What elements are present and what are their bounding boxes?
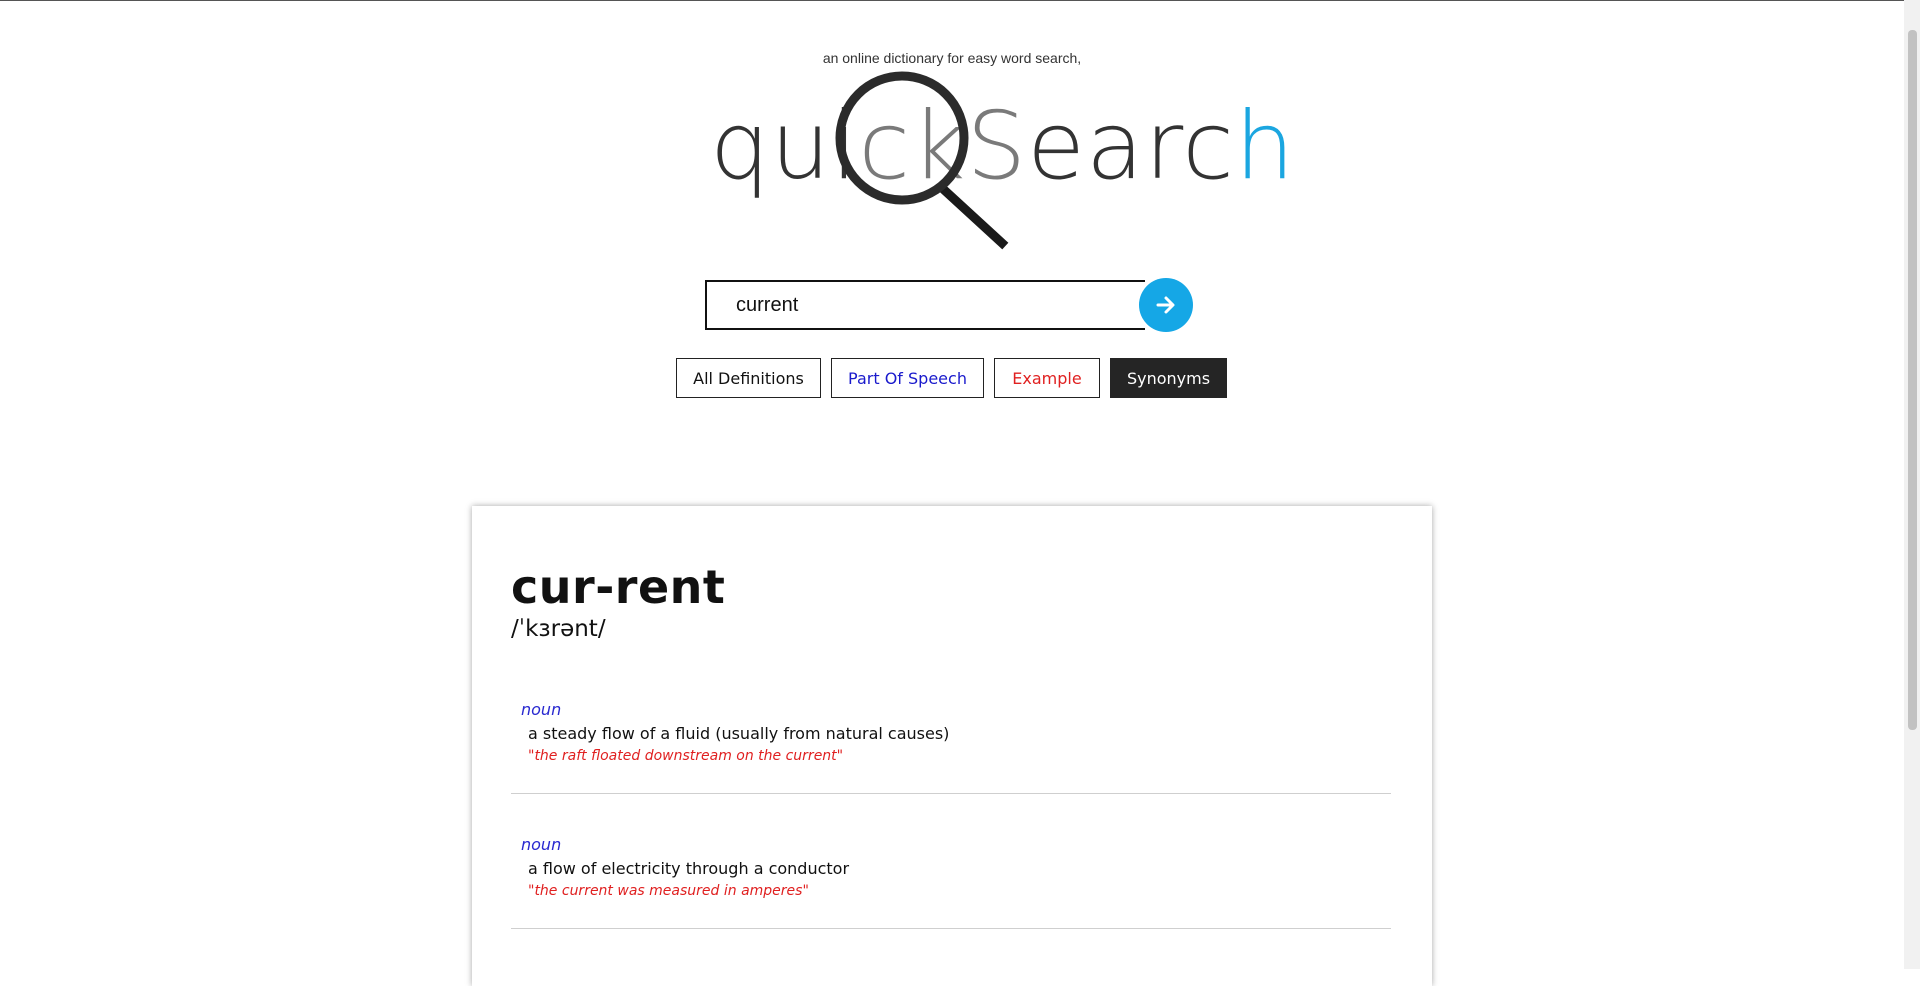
entry-divider: [511, 793, 1391, 794]
filter-all-definitions-button[interactable]: All Definitions: [676, 358, 821, 398]
search-input[interactable]: [707, 282, 1145, 328]
part-of-speech: noun: [521, 700, 562, 719]
definition-text: a flow of electricity through a conducto…: [528, 859, 850, 878]
logo-text-part-4: h: [1234, 92, 1296, 201]
site-tagline: an online dictionary for easy word searc…: [822, 50, 1082, 66]
example-text: "the raft floated downstream on the curr…: [528, 748, 844, 764]
entry-divider: [511, 928, 1391, 929]
example-text: "the current was measured in amperes": [528, 883, 809, 899]
filter-synonyms-button[interactable]: Synonyms: [1110, 358, 1227, 398]
filter-part-of-speech-button[interactable]: Part Of Speech: [831, 358, 984, 398]
headword: cur-rent: [511, 560, 726, 614]
part-of-speech: noun: [521, 835, 562, 854]
definition-text: a steady flow of a fluid (usually from n…: [528, 724, 950, 743]
magnifier-icon: [835, 71, 1009, 250]
logo-text-part-3: earc: [1027, 92, 1235, 201]
filter-example-button[interactable]: Example: [994, 358, 1100, 398]
search-box: [705, 280, 1145, 330]
arrow-right-icon: [1156, 296, 1175, 314]
window-top-border: [0, 0, 1920, 1]
page-scrollbar[interactable]: [1904, 0, 1920, 969]
scrollbar-thumb[interactable]: [1908, 30, 1917, 730]
result-card: cur-rent /ˈkɜrənt/ noun a steady flow of…: [472, 506, 1432, 986]
search-submit-button[interactable]: [1139, 278, 1193, 332]
pronunciation: /ˈkɜrənt/: [511, 616, 606, 642]
